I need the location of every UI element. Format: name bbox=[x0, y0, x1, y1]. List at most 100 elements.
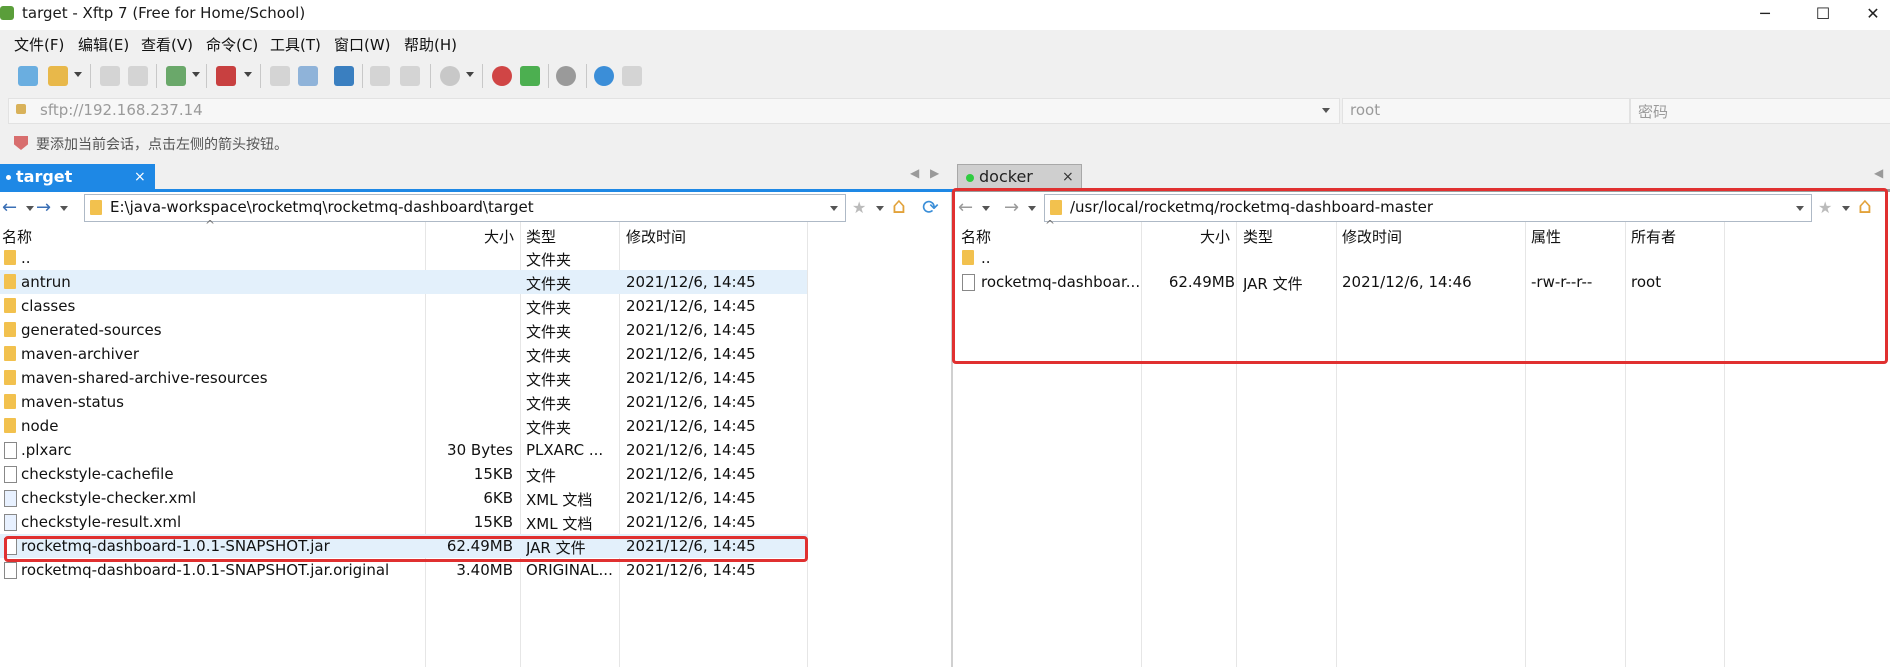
password-placeholder[interactable]: 密码 bbox=[1638, 101, 1668, 122]
tab-target-close-icon[interactable]: × bbox=[134, 169, 146, 185]
cell-modified: 2021/12/6, 14:45 bbox=[626, 297, 756, 315]
cell-name: rocketmq-dashboard-1.0.1-SNAPSHOT.jar.or… bbox=[21, 561, 390, 579]
menu-edit[interactable]: 编辑(E) bbox=[78, 34, 129, 55]
home-icon[interactable]: ⌂ bbox=[892, 194, 906, 219]
cell-size: 30 Bytes bbox=[447, 441, 513, 459]
properties-caret-icon[interactable] bbox=[192, 72, 200, 77]
open-folder-caret-icon[interactable] bbox=[74, 72, 82, 77]
hint-text: 要添加当前会话，点击左侧的箭头按钮。 bbox=[36, 137, 288, 153]
forward-icon[interactable]: → bbox=[36, 197, 51, 218]
star-icon[interactable]: ★ bbox=[852, 198, 866, 217]
download-icon[interactable] bbox=[298, 66, 318, 86]
cell-modified: 2021/12/6, 14:45 bbox=[626, 369, 756, 387]
folder-icon bbox=[4, 394, 16, 409]
menu-window[interactable]: 窗口(W) bbox=[334, 34, 391, 55]
back-caret-icon[interactable] bbox=[26, 206, 34, 211]
connect-icon[interactable] bbox=[100, 66, 120, 86]
status-caret-icon[interactable] bbox=[466, 72, 474, 77]
folder-icon bbox=[4, 250, 16, 265]
address-input[interactable] bbox=[8, 98, 1340, 124]
cell-name: checkstyle-checker.xml bbox=[21, 489, 197, 507]
disconnect-icon[interactable] bbox=[128, 66, 148, 86]
folder-icon bbox=[4, 298, 16, 313]
open-folder-icon[interactable] bbox=[48, 66, 68, 86]
tab-status-dot-icon bbox=[6, 175, 11, 180]
refresh-icon[interactable]: ⟳ bbox=[922, 195, 939, 219]
toolbar-separator bbox=[586, 64, 587, 88]
paste-icon[interactable] bbox=[400, 66, 420, 86]
star-caret-icon[interactable] bbox=[876, 206, 884, 211]
cell-name: node bbox=[21, 417, 59, 435]
close-icon[interactable]: ✕ bbox=[1850, 0, 1890, 28]
forward-caret-icon[interactable] bbox=[60, 206, 68, 211]
maximize-icon[interactable]: ☐ bbox=[1800, 0, 1846, 28]
toolbar-separator bbox=[156, 64, 157, 88]
transfer-caret-icon[interactable] bbox=[244, 72, 252, 77]
menu-help[interactable]: 帮助(H) bbox=[404, 34, 457, 55]
cell-size: 3.40MB bbox=[456, 561, 513, 579]
app-icon bbox=[0, 6, 14, 20]
folder-icon bbox=[4, 370, 16, 385]
cell-name: checkstyle-cachefile bbox=[21, 465, 174, 483]
sync-icon[interactable] bbox=[334, 66, 354, 86]
highlight-box bbox=[952, 188, 1888, 364]
left-file-list: .. 文件夹 antrun 文件夹 2021/12/6, 14:45 classes 文件夹… bbox=[0, 246, 951, 579]
address-dropdown-icon[interactable] bbox=[1322, 108, 1330, 113]
cell-type: 文件夹 bbox=[526, 347, 572, 365]
cell-name: antrun bbox=[21, 273, 71, 291]
column-header-name[interactable]: 名称 bbox=[2, 226, 32, 247]
status-icon[interactable] bbox=[440, 66, 460, 86]
cell-type: 文件夹 bbox=[526, 323, 572, 341]
menu-file[interactable]: 文件(F) bbox=[14, 34, 64, 55]
menu-command[interactable]: 命令(C) bbox=[206, 34, 258, 55]
menu-tools[interactable]: 工具(T) bbox=[270, 34, 321, 55]
column-header-type[interactable]: 类型 bbox=[526, 226, 556, 247]
cell-type: XML 文档 bbox=[526, 491, 593, 509]
minimize-icon[interactable]: ─ bbox=[1742, 0, 1788, 28]
username-placeholder[interactable]: root bbox=[1350, 101, 1380, 119]
cell-size: 15KB bbox=[473, 465, 513, 483]
cell-modified: 2021/12/6, 14:45 bbox=[626, 393, 756, 411]
cell-type: 文件夹 bbox=[526, 275, 572, 293]
cell-name: classes bbox=[21, 297, 76, 315]
xshell-icon[interactable] bbox=[492, 66, 512, 86]
back-icon[interactable]: ← bbox=[2, 197, 17, 218]
new-session-icon[interactable] bbox=[18, 66, 38, 86]
toolbar-separator bbox=[90, 64, 91, 88]
username-field[interactable] bbox=[1342, 98, 1630, 124]
file-icon bbox=[4, 466, 17, 483]
copy-icon[interactable] bbox=[370, 66, 390, 86]
xml-file-icon bbox=[4, 490, 17, 507]
cell-size: 15KB bbox=[473, 513, 513, 531]
tab-docker-label[interactable]: docker bbox=[979, 167, 1033, 186]
transfer-icon[interactable] bbox=[216, 66, 236, 86]
cell-type: ORIGINAL... bbox=[526, 561, 613, 579]
upload-icon[interactable] bbox=[270, 66, 290, 86]
tab-scroll-left-icon[interactable]: ◀ bbox=[910, 166, 919, 180]
cell-type: 文件夹 bbox=[526, 371, 572, 389]
comment-icon[interactable] bbox=[622, 66, 642, 86]
tab-docker-close-icon[interactable]: × bbox=[1062, 169, 1074, 185]
properties-icon[interactable] bbox=[166, 66, 186, 86]
menu-view[interactable]: 查看(V) bbox=[141, 34, 193, 55]
tab-target-label[interactable]: target bbox=[16, 167, 72, 186]
cell-modified: 2021/12/6, 14:45 bbox=[626, 273, 756, 291]
address-value[interactable]: sftp://192.168.237.14 bbox=[40, 101, 203, 119]
gear-icon[interactable] bbox=[556, 66, 576, 86]
help-icon[interactable] bbox=[594, 66, 614, 86]
column-header-size[interactable]: 大小 bbox=[484, 226, 514, 247]
tab-scroll-right-icon[interactable]: ▶ bbox=[930, 166, 939, 180]
cell-type: 文件夹 bbox=[526, 299, 572, 317]
lock-icon bbox=[16, 104, 26, 114]
toolbar-separator bbox=[482, 64, 483, 88]
cell-name: checkstyle-result.xml bbox=[21, 513, 182, 531]
column-header-modified[interactable]: 修改时间 bbox=[626, 226, 686, 247]
left-path-value[interactable]: E:\java-workspace\rocketmq\rocketmq-dash… bbox=[110, 198, 534, 216]
xftp-icon[interactable] bbox=[520, 66, 540, 86]
tab-scroll-left-icon[interactable]: ◀ bbox=[1874, 166, 1883, 180]
password-field[interactable] bbox=[1630, 98, 1890, 124]
path-dropdown-icon[interactable] bbox=[830, 206, 838, 211]
toolbar-separator bbox=[260, 64, 261, 88]
cell-modified: 2021/12/6, 14:45 bbox=[626, 465, 756, 483]
highlight-box bbox=[4, 536, 808, 562]
